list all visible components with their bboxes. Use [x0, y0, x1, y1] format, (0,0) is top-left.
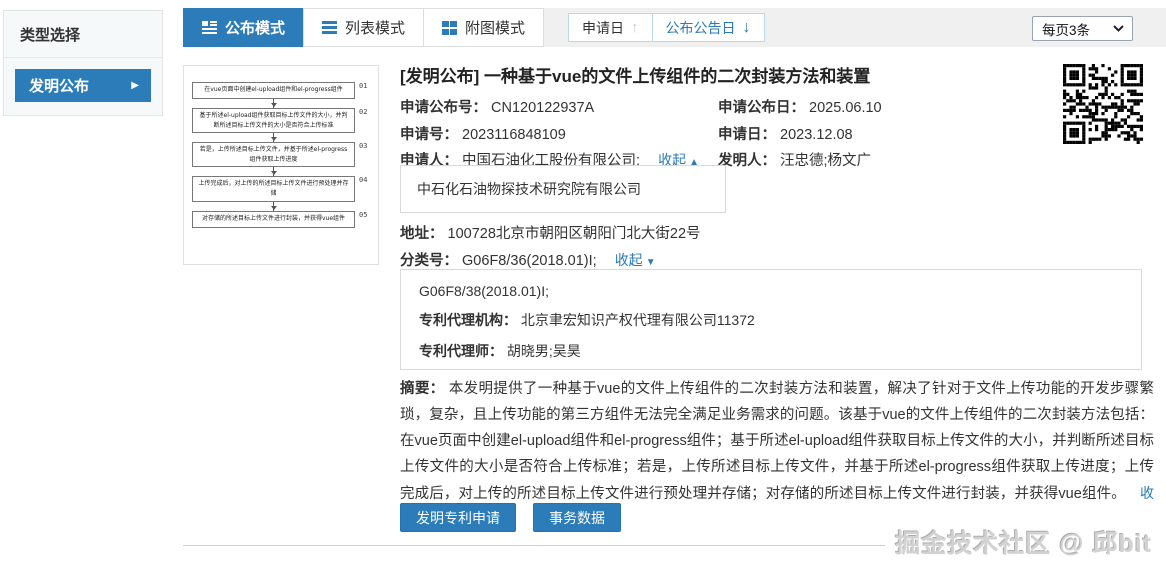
flowchart-step-number: 02 [355, 108, 370, 116]
field-value: 2025.06.10 [809, 100, 882, 116]
tab-label: 列表模式 [345, 17, 405, 38]
tab-list-mode[interactable]: 列表模式 [303, 8, 424, 47]
transaction-data-button[interactable]: 事务数据 [533, 503, 621, 532]
flowchart-step-box: 上传完成后，对上传的所述目标上传文件进行预处理并存储 [192, 176, 355, 201]
detail-list-icon [202, 21, 217, 34]
flowchart-step-number: 01 [355, 82, 370, 90]
collapse-label: 收起 [615, 252, 643, 268]
qr-code [1063, 64, 1143, 144]
flowchart-step: 基于所述el-upload组件获取目标上传文件的大小，并判断所述目标上传文件的大… [192, 108, 370, 133]
field-publication-number: 申请公布号： CN120122937A [400, 96, 594, 117]
field-value: 2023116848109 [462, 127, 566, 143]
sidebar-title: 类型选择 [4, 11, 162, 58]
triangle-down-icon: ▼ [646, 257, 656, 268]
flowchart-step-number: 03 [355, 142, 370, 150]
chevron-right-icon: ▶ [131, 81, 139, 91]
field-value: 北京聿宏知识产权代理有限公司11372 [521, 312, 755, 328]
tab-publication-mode[interactable]: 公布模式 [183, 8, 304, 47]
field-label: 申请日： [718, 127, 776, 143]
list-icon [322, 21, 337, 34]
tab-figure-mode[interactable]: 附图模式 [423, 8, 544, 47]
co-applicant-box: 中石化石油物探技术研究院有限公司 [400, 165, 726, 213]
field-label: 申请号： [400, 127, 458, 143]
action-buttons: 发明专利申请 事务数据 [400, 503, 621, 532]
field-label: 专利代理机构： [419, 312, 517, 328]
agent-row: 专利代理师： 胡晓男;吴昊 [419, 341, 1123, 361]
type-filter-panel: 类型选择 发明公布 ▶ [3, 10, 163, 116]
classification-detail-box: G06F8/38(2018.01)I; 专利代理机构： 北京聿宏知识产权代理有限… [400, 269, 1142, 370]
page-size-value: 每页3条 [1042, 19, 1090, 39]
field-value: 汪忠德;杨文广 [780, 153, 871, 169]
field-classification: 分类号： G06F8/36(2018.01)I; 收起▼ [400, 249, 656, 270]
abstract-label: 摘要： [400, 381, 444, 397]
co-applicant-name: 中石化石油物探技术研究院有限公司 [417, 181, 641, 197]
field-label: 专利代理师： [419, 343, 503, 359]
flowchart-step-box: 若是，上传所述目标上传文件，并基于所述el-progress组件获取上传进度 [192, 142, 355, 167]
flowchart-step-box: 在vue页面中创建el-upload组件和el-progress组件 [192, 82, 355, 99]
field-label: 发明人： [718, 153, 776, 169]
invention-application-button[interactable]: 发明专利申请 [400, 503, 516, 532]
field-value: 2023.12.08 [780, 127, 853, 143]
sidebar-item-invention-publication[interactable]: 发明公布 ▶ [15, 69, 151, 102]
agency-row: 专利代理机构： 北京聿宏知识产权代理有限公司11372 [419, 310, 1123, 330]
sort-publication-date-button[interactable]: 公布公告日 ↓ [652, 13, 765, 42]
abstract-text: 本发明提供了一种基于vue的文件上传组件的二次封装方法和装置，解决了针对于文件上… [400, 381, 1154, 502]
flowchart-step: 若是，上传所述目标上传文件，并基于所述el-progress组件获取上传进度 0… [192, 142, 370, 167]
field-value: CN120122937A [491, 100, 594, 116]
flowchart-step: 对存储的所述目标上传文件进行封装，并获得vue组件 05 [192, 211, 370, 228]
sort-controls: 申请日 ↑ 公布公告日 ↓ [568, 13, 765, 42]
flowchart-connector [192, 133, 370, 142]
flowchart-step: 上传完成后，对上传的所述目标上传文件进行预处理并存储 04 [192, 176, 370, 201]
field-inventors: 发明人： 汪忠德;杨文广 [718, 149, 871, 170]
flowchart-step-number: 04 [355, 176, 370, 184]
field-label: 申请公布号： [400, 100, 487, 116]
arrow-up-icon: ↑ [631, 19, 639, 36]
collapse-classification-link[interactable]: 收起▼ [615, 252, 656, 268]
classification-extra: G06F8/38(2018.01)I; [419, 283, 1123, 299]
field-address: 地址： 100728北京市朝阳区朝阳门北大街22号 [400, 222, 701, 243]
flowchart-connector [192, 99, 370, 108]
field-value: G06F8/36(2018.01)I; [462, 253, 597, 269]
tab-label: 公布模式 [225, 17, 285, 38]
grid-icon [442, 21, 457, 35]
sort-application-date-button[interactable]: 申请日 ↑ [568, 13, 653, 42]
flowchart-thumbnail[interactable]: 在vue页面中创建el-upload组件和el-progress组件 01 基于… [183, 65, 379, 265]
flowchart-step-box: 基于所述el-upload组件获取目标上传文件的大小，并判断所述目标上传文件的大… [192, 108, 355, 133]
field-label: 申请公布日： [718, 100, 805, 116]
arrow-down-icon: ↓ [743, 19, 751, 37]
toolbar: 公布模式 列表模式 附图模式 申请日 ↑ 公布公告日 ↓ [183, 8, 1166, 47]
field-application-date: 申请日： 2023.12.08 [718, 123, 853, 144]
field-publication-date: 申请公布日： 2025.06.10 [718, 96, 882, 117]
patent-detail-page: 类型选择 发明公布 ▶ 公布模式 列表模式 [0, 0, 1166, 574]
flowchart-connector [192, 202, 370, 211]
sidebar-item-label: 发明公布 [29, 75, 89, 96]
sort-label: 公布公告日 [666, 18, 736, 38]
watermark-text: 掘金技术社区 @ 邱bit [885, 524, 1152, 560]
chevron-down-icon [1113, 25, 1124, 32]
flowchart-step-number: 05 [355, 211, 370, 219]
field-value: 100728北京市朝阳区朝阳门北大街22号 [448, 226, 701, 242]
field-label: 地址： [400, 226, 444, 242]
field-application-number: 申请号： 2023116848109 [400, 123, 566, 144]
sort-label: 申请日 [582, 18, 624, 38]
flowchart-connector [192, 167, 370, 176]
flowchart-step-box: 对存储的所述目标上传文件进行封装，并获得vue组件 [192, 211, 355, 228]
field-value: 胡晓男;吴昊 [507, 343, 581, 359]
flowchart-step: 在vue页面中创建el-upload组件和el-progress组件 01 [192, 82, 370, 99]
page-size-select[interactable]: 每页3条 [1032, 16, 1133, 41]
field-label: 分类号： [400, 253, 458, 269]
tab-label: 附图模式 [465, 17, 525, 38]
patent-title: [发明公布] 一种基于vue的文件上传组件的二次封装方法和装置 [400, 62, 1050, 87]
